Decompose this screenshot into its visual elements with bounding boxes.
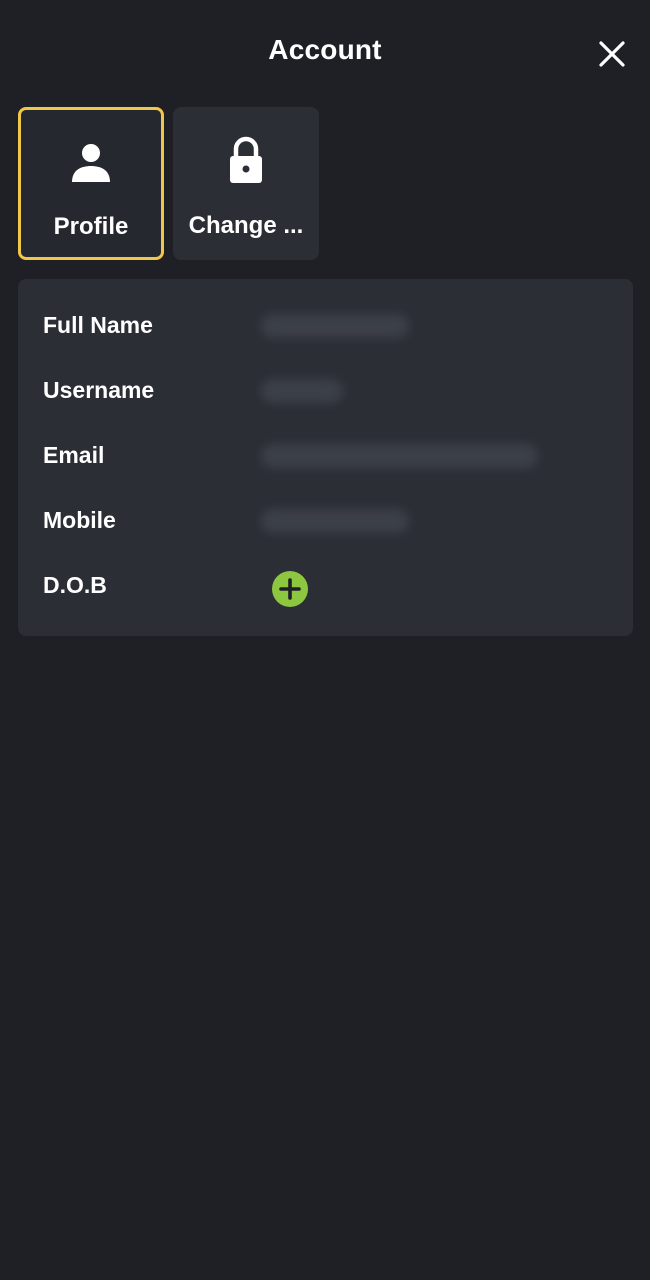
email-label: Email [43,442,105,468]
dob-label: D.O.B [43,572,107,598]
tab-change-password-label: Change ... [188,212,304,239]
tab-profile-label: Profile [53,213,129,240]
username-label: Username [43,377,155,403]
close-button[interactable] [592,34,632,74]
dob-row: D.O.B [18,570,633,635]
header: Account [0,0,650,106]
full-name-value-blurred [261,314,409,338]
lock-icon [230,136,262,183]
full-name-label: Full Name [43,312,153,338]
tab-change-password[interactable]: Change ... [173,107,319,260]
full-name-row: Full Name [18,310,633,375]
email-value-blurred [261,444,538,468]
mobile-value-blurred [261,509,409,533]
username-row: Username [18,375,633,440]
mobile-row: Mobile [18,505,633,570]
add-dob-button[interactable] [272,571,308,607]
account-screen: Account Profile Change ... Full Name Use… [0,0,650,1280]
profile-details-card: Full Name Username Email Mobile D.O.B [18,279,633,636]
close-icon [599,41,625,67]
plus-circle-icon [279,578,301,600]
username-value-blurred [261,379,343,403]
email-row: Email [18,440,633,505]
page-title: Account [268,34,382,65]
mobile-label: Mobile [43,507,116,533]
tab-profile[interactable]: Profile [18,107,164,260]
person-icon [72,144,110,182]
